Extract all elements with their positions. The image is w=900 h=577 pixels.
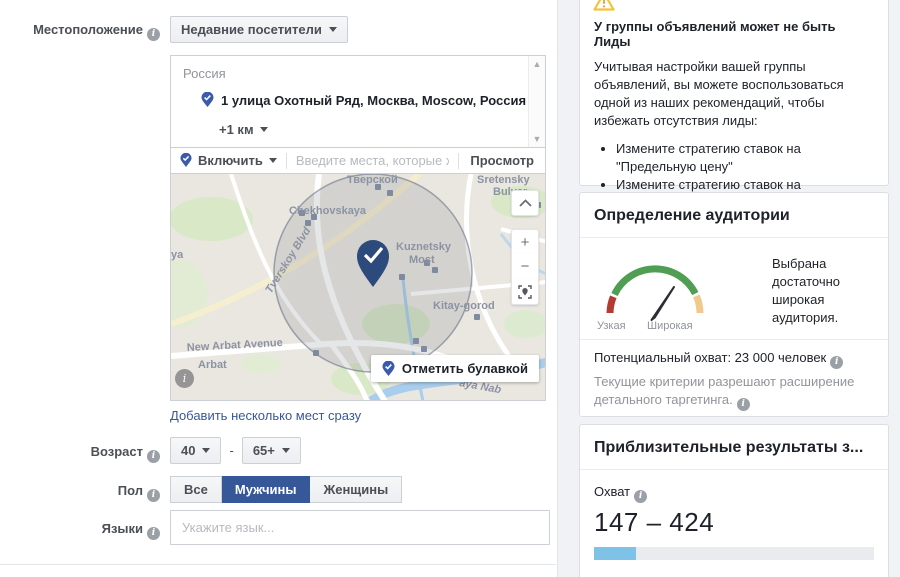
leads-metric-label: Лидыi [580,560,888,577]
location-search-input[interactable] [286,153,459,168]
include-dropdown[interactable]: Включить [171,153,286,168]
languages-input[interactable] [170,510,550,545]
location-list: Россия 1 улица Охотный Ряд, Москва, Mosc… [170,55,546,148]
map-label: Sretensky [477,174,530,186]
chevron-down-icon [328,27,337,32]
gender-label: Пол i [0,483,160,502]
map-label: Тверской [347,174,398,186]
gauge-right-label: Широкая [647,320,693,331]
chevron-down-icon [281,448,290,453]
add-bulk-locations-link[interactable]: Добавить несколько мест сразу [170,408,361,423]
section-divider [0,564,556,565]
radius-dropdown[interactable]: +1 км [219,122,268,137]
map-label: Arbat [198,359,227,371]
location-search-bar: Включить Просмотр [170,148,546,174]
info-icon[interactable]: i [147,527,160,540]
scroll-down-icon[interactable]: ▼ [529,131,545,147]
age-min-dropdown[interactable]: 40 [170,437,222,464]
location-country: Россия [183,66,226,81]
location-address-row[interactable]: 1 улица Охотный Ряд, Москва, Moscow, Рос… [201,92,526,108]
age-controls: 40 - 65+ [170,437,301,464]
age-range-dash: - [229,443,234,458]
map-pin-icon [180,153,192,167]
targeting-expansion-note: Текущие критерии разрешают расширение де… [594,374,855,411]
scroll-up-icon[interactable]: ▲ [529,56,545,72]
chevron-up-icon [518,199,532,207]
age-label: Возраст i [0,444,160,463]
reach-metric-value: 147 – 424 [594,507,715,537]
location-type-dropdown[interactable]: Недавние посетители [170,16,348,43]
collapse-map-button[interactable] [511,190,539,216]
map-label: Chekhovskaya [289,205,367,217]
scrollbar[interactable]: ▲ ▼ [528,56,545,147]
reach-bar [594,547,874,560]
info-icon[interactable]: i [147,489,160,502]
info-icon[interactable]: i [634,490,648,503]
gender-segmented-control: Все Мужчины Женщины [170,476,403,503]
map-pin-icon [382,360,395,376]
zoom-out-button[interactable]: − [511,254,539,280]
audience-definition-title: Определение аудитории [594,207,790,224]
map-pin-icon [201,92,214,107]
audience-definition-card: Определение аудитории Узкая Широкая Выбр… [579,192,889,417]
map-attribution-icon[interactable]: i [175,369,194,388]
chevron-down-icon [202,448,211,453]
audience-gauge-row: Узкая Широкая Выбрана достаточно широкая… [580,238,888,339]
recommendation-item: Измените стратегию ставок на "Предельную… [616,140,874,176]
drop-pin-button[interactable]: Отметить булавкой [370,355,539,382]
warning-card: У группы объявлений может не быть Лиды У… [579,0,889,239]
location-label: Местоположение i [0,22,160,41]
map-label: Kuznetsky [396,241,452,253]
info-icon[interactable]: i [830,356,844,369]
ads-manager-targeting-screen: Местоположение i Недавние посетители Росс… [0,0,900,577]
info-icon[interactable]: i [147,28,160,41]
gender-all-button[interactable]: Все [170,476,222,503]
locate-pin-icon [518,284,532,299]
estimated-results-card: Приблизительные результаты з... Охват i 1… [579,424,889,577]
chevron-down-icon [259,127,268,132]
locate-me-button[interactable] [511,279,539,305]
gauge-left-label: Узкая [597,320,626,331]
chevron-down-icon [268,158,277,163]
estimated-results-title: Приблизительные результаты з... [594,439,864,456]
warning-triangle-icon [593,0,615,16]
gauge-status-text: Выбрана достаточно широкая аудитория. [772,256,841,325]
info-icon[interactable]: i [147,450,160,463]
location-widget: Россия 1 улица Охотный Ряд, Москва, Mosc… [170,55,546,401]
map-label: ya [171,249,184,261]
browse-button[interactable]: Просмотр [459,153,545,168]
reach-metric-label: Охват i [580,470,888,503]
map-label: Kitay-gorod [433,300,495,312]
age-max-dropdown[interactable]: 65+ [241,437,301,464]
potential-reach-line: Потенциальный охват: 23 000 человек i [580,340,888,369]
zoom-in-button[interactable]: + [511,229,539,255]
info-icon[interactable]: i [736,397,750,411]
warning-title: У группы объявлений может не быть Лиды [594,19,836,49]
gender-male-button[interactable]: Мужчины [221,476,311,503]
map-canvas[interactable]: Тверской Sretensky Bulvar Chekhovskaya K… [170,174,546,401]
targeting-form: Местоположение i Недавние посетители Росс… [0,0,557,577]
languages-label: Языки i [0,521,160,540]
gender-female-button[interactable]: Женщины [310,476,403,503]
audience-gauge: Узкая Широкая [597,265,704,331]
warning-body: Учитывая настройки вашей группы объявлен… [594,59,844,128]
reach-bar-fill [594,547,636,560]
audience-sidebar: У группы объявлений может не быть Лиды У… [557,0,900,577]
map-label: Most [409,254,435,266]
